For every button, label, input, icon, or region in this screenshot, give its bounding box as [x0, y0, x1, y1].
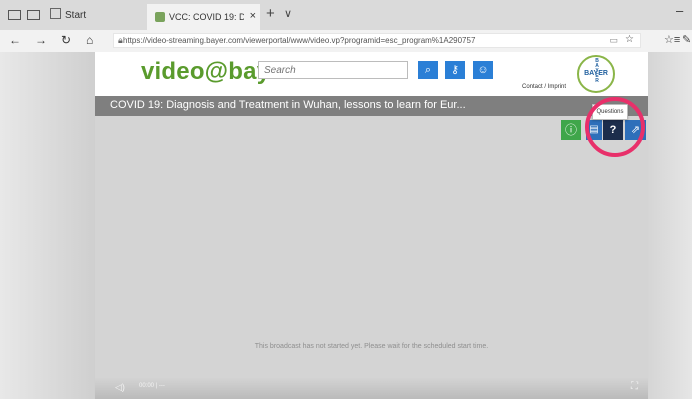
search-button[interactable]: ⌕: [418, 61, 438, 79]
bayer-logo: B A Y E R BAYER: [577, 55, 615, 93]
tab-aside-icon[interactable]: [27, 10, 40, 20]
info-button[interactable]: ⓘ: [561, 120, 581, 140]
search-input[interactable]: [258, 61, 408, 79]
video-title: COVID 19: Diagnosis and Treatment in Wuh…: [110, 99, 466, 111]
forward-icon[interactable]: →: [35, 33, 47, 47]
video-player[interactable]: ⓘ ▤ ? ⇗ Questions This broadcast has not…: [95, 97, 648, 399]
contact-imprint-link[interactable]: Contact / Imprint: [522, 84, 566, 90]
minimize-button[interactable]: –: [676, 3, 683, 18]
site-header: video@bayer ⌕ ⚷ ☺ Contact / Imprint B A …: [95, 52, 648, 96]
start-tab-icon: [50, 8, 61, 19]
broadcast-status-message: This broadcast has not started yet. Plea…: [254, 343, 489, 350]
video-title-bar: COVID 19: Diagnosis and Treatment in Wuh…: [95, 96, 648, 116]
player-controls: ◁) 00:00 | --- ⛶: [95, 377, 648, 399]
browser-nav-bar: ← → ↻ ⌂ 🔒︎ https://video-streaming.bayer…: [0, 30, 692, 53]
volume-icon[interactable]: ◁): [115, 382, 125, 393]
tab-favicon-icon: [155, 12, 165, 22]
tab-title: VCC: COVID 19: Diagnos: [169, 12, 244, 22]
back-icon[interactable]: ←: [9, 33, 21, 47]
browser-tab-bar: Start VCC: COVID 19: Diagnos × + ∨ –: [0, 0, 692, 30]
refresh-icon[interactable]: ↻: [61, 33, 71, 47]
address-bar[interactable]: 🔒︎ https://video-streaming.bayer.com/vie…: [113, 33, 641, 48]
favorite-star-icon[interactable]: ☆: [625, 34, 634, 45]
reading-view-icon[interactable]: ▭: [609, 35, 618, 46]
new-tab-button[interactable]: +: [266, 5, 275, 22]
bayer-logo-horizontal: BAYER: [584, 70, 608, 77]
highlight-circle: [585, 97, 645, 157]
user-button[interactable]: ☺: [473, 61, 493, 79]
time-display: 00:00 | ---: [139, 383, 165, 389]
tab-dropdown-icon[interactable]: ∨: [284, 7, 292, 20]
tab-start[interactable]: Start: [50, 8, 86, 21]
home-icon[interactable]: ⌂: [86, 33, 93, 47]
tab-active[interactable]: VCC: COVID 19: Diagnos ×: [147, 4, 260, 30]
fullscreen-icon[interactable]: ⛶: [631, 381, 638, 392]
page-gutter-left: [0, 52, 95, 399]
start-tab-label: Start: [65, 10, 87, 21]
pen-icon[interactable]: ✎: [682, 33, 691, 46]
favorites-icon[interactable]: ☆≡: [664, 33, 680, 46]
url-text: https://video-streaming.bayer.com/viewer…: [123, 36, 476, 45]
tab-actions-icon[interactable]: [8, 10, 21, 20]
page-gutter-right: [648, 52, 692, 399]
key-button[interactable]: ⚷: [445, 61, 465, 79]
tab-close-icon[interactable]: ×: [250, 10, 256, 22]
